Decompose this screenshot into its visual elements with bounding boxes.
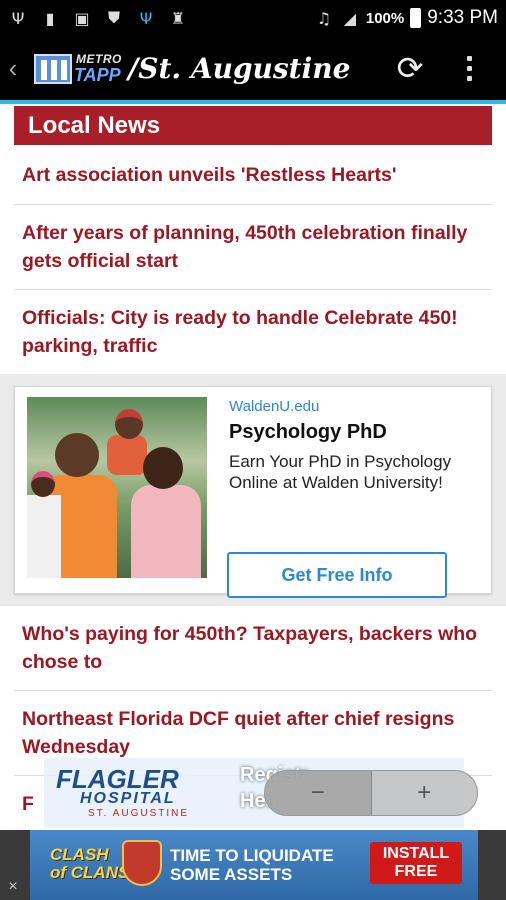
flagler-hospital-text: HOSPITAL (80, 790, 176, 807)
mute-icon: ♫ (316, 8, 332, 28)
install-free-button[interactable]: INSTALL FREE (370, 842, 462, 884)
news-item[interactable]: Who's paying for 450th? Taxpayers, backe… (14, 606, 492, 691)
clock: 9:33 PM (427, 7, 498, 28)
ad-domain[interactable]: WaldenU.edu (229, 398, 319, 415)
clan-shield-icon (122, 840, 162, 886)
app-logo[interactable]: METRO TAPP (34, 46, 124, 90)
flagler-location-text: ST. AUGUSTINE (88, 808, 190, 819)
usb-debug-icon: Ψ (139, 8, 153, 28)
shield-wifi-icon: ⛊ (107, 8, 120, 27)
inline-ad-area: WaldenU.edu Psychology PhD Earn Your PhD… (0, 374, 506, 606)
usb-icon: Ψ (11, 8, 25, 28)
ad-headline[interactable]: Psychology PhD (229, 421, 387, 444)
news-item[interactable]: Officials: City is ready to handle Celeb… (14, 290, 492, 374)
app-title: /St. Augustine (128, 51, 351, 85)
ad-body: Earn Your PhD in Psychology Online at Wa… (229, 452, 452, 492)
overflow-menu-icon[interactable] (464, 55, 474, 81)
refresh-icon[interactable]: ⟳ (390, 48, 430, 88)
sd-card-icon: ▮ (45, 8, 55, 28)
news-item[interactable]: Art association unveils 'Restless Hearts… (14, 145, 492, 205)
zoom-in-icon[interactable]: + (372, 771, 478, 815)
signal-icon: ◢ (343, 8, 357, 28)
ad-family-photo (27, 397, 207, 578)
building-icon (34, 54, 72, 84)
logo-tapp-text: TAPP (74, 65, 121, 85)
logo-metro-text: METRO (76, 52, 122, 66)
get-free-info-button[interactable]: Get Free Info (227, 552, 447, 598)
battery-icon (410, 8, 422, 28)
zoom-out-icon[interactable]: − (265, 771, 372, 815)
clash-of-clans-logo: CLASH of CLANS (50, 845, 130, 882)
inline-ad-card[interactable]: WaldenU.edu Psychology PhD Earn Your PhD… (14, 386, 492, 598)
clash-of-clans-banner[interactable]: CLASH of CLANS TIME TO LIQUIDATE SOME AS… (30, 830, 478, 900)
zoom-control: − + (264, 770, 478, 816)
clean-icon: ♜ (170, 8, 186, 28)
bottom-banner-ad[interactable]: CLASH of CLANS TIME TO LIQUIDATE SOME AS… (0, 830, 506, 900)
banner-message: TIME TO LIQUIDATE SOME ASSETS (170, 846, 334, 884)
back-icon[interactable]: ‹ (2, 53, 24, 84)
image-icon: ▣ (74, 8, 90, 28)
status-bar: Ψ ▮ ▣ ⛊ Ψ ♜ ♫ ◢ 100% 9:33 PM (0, 0, 506, 36)
battery-percent: 100% (365, 9, 405, 27)
close-ad-icon[interactable]: × (4, 878, 22, 896)
news-item[interactable]: After years of planning, 450th celebrati… (14, 205, 492, 290)
app-bar: ‹ METRO TAPP /St. Augustine ⟳ (0, 36, 506, 100)
section-header: Local News (14, 106, 492, 145)
news-list[interactable]: Local News Art association unveils 'Rest… (0, 104, 506, 830)
